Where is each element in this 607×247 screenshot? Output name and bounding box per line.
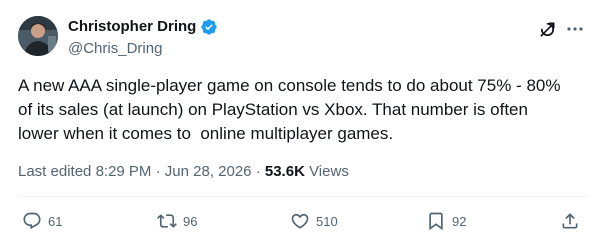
grok-icon[interactable] xyxy=(538,20,557,44)
like-button[interactable]: 510 xyxy=(290,210,338,232)
retweet-icon xyxy=(157,211,177,231)
verified-badge-icon xyxy=(200,18,218,36)
bookmark-icon xyxy=(426,211,446,231)
bookmark-button[interactable]: 92 xyxy=(426,210,466,232)
views-count: 53.6K xyxy=(264,163,305,180)
more-icon[interactable] xyxy=(566,22,584,41)
like-icon xyxy=(290,211,310,231)
author-name[interactable]: Christopher Dring xyxy=(68,17,218,36)
share-button[interactable] xyxy=(560,210,580,232)
avatar[interactable] xyxy=(18,16,58,56)
edited-label[interactable]: Last edited xyxy=(18,163,91,180)
retweet-button[interactable]: 96 xyxy=(157,210,197,232)
reply-count: 61 xyxy=(48,213,63,229)
tweet-time[interactable]: 8:29 PM xyxy=(96,163,152,180)
tweet-card: Christopher Dring @Chris_Dring A new AAA… xyxy=(0,0,607,247)
divider xyxy=(18,196,589,197)
author-name-text: Christopher Dring xyxy=(68,18,197,35)
views-label: Views xyxy=(309,163,349,180)
tweet-date[interactable]: Jun 28, 2026 xyxy=(165,163,252,180)
retweet-count: 96 xyxy=(183,213,198,229)
bookmark-count: 92 xyxy=(452,213,467,229)
reply-button[interactable]: 61 xyxy=(22,210,62,232)
tweet-meta: Last edited 8:29 PM · Jun 28, 2026 · 53.… xyxy=(18,162,349,182)
meta-separator: · xyxy=(255,163,261,180)
like-count: 510 xyxy=(316,213,338,229)
share-icon xyxy=(560,211,580,231)
meta-separator: · xyxy=(155,163,161,180)
tweet-text: A new AAA single-player game on console … xyxy=(18,76,561,143)
reply-icon xyxy=(22,211,42,231)
author-handle[interactable]: @Chris_Dring xyxy=(68,40,162,58)
